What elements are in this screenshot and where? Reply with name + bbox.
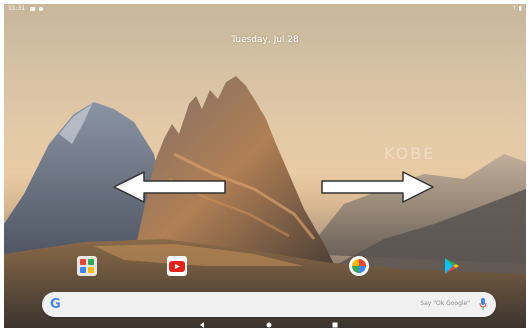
apps-folder-icon[interactable] [77, 256, 97, 276]
google-search-bar[interactable]: G Say "Ok Google" [42, 292, 496, 317]
notification-icon [30, 7, 35, 11]
wallpaper-watermark: KOBE [384, 144, 436, 163]
status-time: 11:31 [8, 5, 26, 12]
photos-icon[interactable] [349, 256, 369, 276]
microphone-icon[interactable] [479, 298, 487, 310]
recents-icon[interactable] [330, 320, 340, 328]
google-logo: G [50, 297, 61, 312]
device-frame: 11:31 ↑ ▮ Tuesday, Jul 28 KOBE G Say "Ok… [0, 0, 530, 332]
play-store-icon[interactable] [441, 256, 461, 276]
back-icon[interactable] [197, 320, 207, 328]
youtube-icon[interactable] [167, 256, 187, 276]
search-hint: Say "Ok Google" [420, 300, 470, 307]
sync-icon [39, 7, 43, 11]
date-label[interactable]: Tuesday, Jul 28 [4, 35, 526, 45]
status-bar: 11:31 ↑ ▮ [4, 4, 526, 16]
status-right-icons: ↑ ▮ [511, 5, 522, 12]
swipe-right-arrow-icon [321, 171, 434, 203]
home-screen[interactable]: 11:31 ↑ ▮ Tuesday, Jul 28 KOBE G Say "Ok… [4, 4, 526, 328]
home-icon[interactable] [264, 320, 274, 328]
wallpaper-mountains [4, 76, 526, 328]
swipe-left-arrow-icon [113, 171, 226, 203]
